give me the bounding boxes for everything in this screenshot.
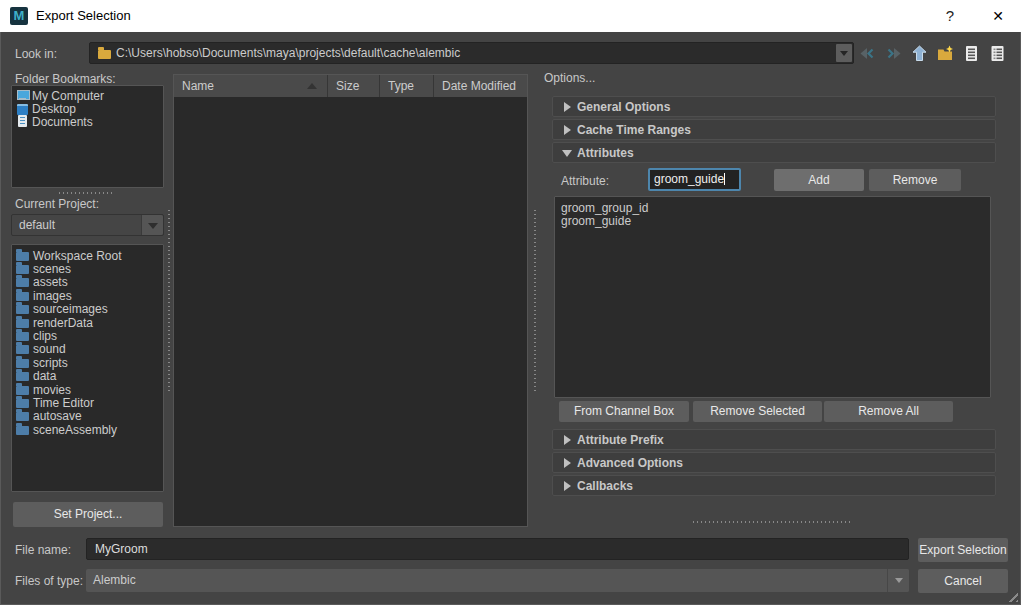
folder-icon	[16, 399, 29, 408]
section-callbacks[interactable]: Callbacks	[552, 475, 996, 496]
folder-icon	[16, 386, 29, 395]
project-folder-item[interactable]: data	[12, 370, 163, 383]
file-list-panel: Name Size Type Date Modified	[173, 74, 528, 527]
export-selection-button[interactable]: Export Selection	[918, 538, 1008, 562]
section-cache-time-ranges[interactable]: Cache Time Ranges	[552, 119, 996, 140]
window-title: Export Selection	[36, 8, 131, 23]
options-label: Options...	[544, 71, 595, 85]
folder-icon	[16, 345, 29, 354]
create-new-folder-icon[interactable]	[937, 45, 954, 62]
remove-all-button[interactable]: Remove All	[824, 401, 953, 422]
attribute-input[interactable]: groom_guide	[648, 168, 741, 191]
dropdown-arrow-icon	[141, 215, 163, 235]
folder-icon	[16, 265, 29, 274]
up-directory-icon[interactable]	[911, 45, 928, 62]
project-folder-item[interactable]: assets	[12, 276, 163, 289]
bookmark-item[interactable]: My Computer	[12, 89, 163, 102]
remove-button[interactable]: Remove	[869, 169, 961, 191]
project-folder-item[interactable]: renderData	[12, 316, 163, 329]
folder-icon	[16, 426, 29, 435]
folder-icon	[16, 292, 29, 301]
folder-icon	[16, 372, 29, 381]
path-text: C:\Users\hobso\Documents\maya\projects\d…	[116, 46, 460, 60]
from-channel-box-button[interactable]: From Channel Box	[559, 401, 689, 422]
section-advanced-options[interactable]: Advanced Options	[552, 452, 996, 473]
column-header-type[interactable]: Type	[380, 75, 434, 97]
project-folder-item[interactable]: sceneAssembly	[12, 423, 163, 436]
collapsed-arrow-icon	[564, 125, 571, 135]
project-folder-item[interactable]: Workspace Root	[12, 249, 163, 262]
expanded-arrow-icon	[562, 150, 572, 157]
project-folders-list: Workspace Root scenes assets images sour…	[11, 244, 164, 492]
close-button[interactable]: ✕	[984, 5, 1012, 27]
folder-icon	[16, 305, 29, 314]
bookmark-item[interactable]: Documents	[12, 115, 163, 128]
cancel-button[interactable]: Cancel	[918, 569, 1008, 593]
folder-icon	[16, 359, 29, 368]
attribute-list-item[interactable]: groom_guide	[555, 215, 990, 228]
remove-selected-button[interactable]: Remove Selected	[693, 401, 822, 422]
file-name-input[interactable]: MyGroom	[86, 538, 909, 560]
folder-bookmarks-label: Folder Bookmarks:	[15, 72, 116, 86]
folder-icon	[16, 412, 29, 421]
dropdown-arrow-icon	[887, 569, 909, 592]
folder-icon	[16, 278, 29, 287]
collapsed-arrow-icon	[564, 102, 571, 112]
list-view-icon[interactable]	[963, 45, 980, 62]
files-of-type-label: Files of type:	[15, 574, 83, 588]
folder-icon	[98, 50, 111, 59]
look-in-label: Look in:	[15, 47, 57, 61]
add-button[interactable]: Add	[774, 169, 864, 191]
project-folder-item[interactable]: images	[12, 289, 163, 302]
maya-logo-icon: M	[10, 7, 28, 25]
file-name-label: File name:	[15, 543, 71, 557]
titlebar: M Export Selection ? ✕	[0, 0, 1021, 32]
splitter-handle[interactable]	[168, 210, 170, 392]
folder-icon	[16, 332, 29, 341]
collapsed-arrow-icon	[564, 435, 571, 445]
folder-icon	[16, 319, 29, 328]
help-button[interactable]: ?	[938, 5, 962, 27]
project-folder-item[interactable]: movies	[12, 383, 163, 396]
path-dropdown-arrow-icon[interactable]	[836, 44, 852, 62]
project-folder-item[interactable]: scenes	[12, 262, 163, 275]
current-project-label: Current Project:	[15, 197, 99, 211]
project-folder-item[interactable]: autosave	[12, 410, 163, 423]
splitter-handle[interactable]	[693, 521, 851, 523]
column-header-date-modified[interactable]: Date Modified	[434, 75, 527, 97]
project-folder-item[interactable]: scripts	[12, 356, 163, 369]
section-general-options[interactable]: General Options	[552, 96, 996, 117]
splitter-handle[interactable]	[59, 192, 115, 194]
export-selection-dialog: M Export Selection ? ✕ Look in: C:\Users…	[0, 0, 1021, 605]
column-header-size[interactable]: Size	[328, 75, 380, 97]
project-folder-item[interactable]: clips	[12, 329, 163, 342]
attribute-label: Attribute:	[561, 174, 609, 188]
text-caret	[724, 173, 725, 185]
set-project-button[interactable]: Set Project...	[13, 502, 163, 527]
project-folder-item[interactable]: sound	[12, 343, 163, 356]
current-project-dropdown[interactable]: default	[11, 214, 164, 236]
path-combobox[interactable]: C:\Users\hobso\Documents\maya\projects\d…	[89, 42, 854, 64]
bookmark-item[interactable]: Desktop	[12, 102, 163, 115]
project-folder-item[interactable]: Time Editor	[12, 396, 163, 409]
collapsed-arrow-icon	[564, 481, 571, 491]
section-attributes[interactable]: Attributes	[552, 142, 996, 163]
attribute-list: groom_group_id groom_guide	[554, 196, 991, 398]
folder-icon	[16, 252, 29, 261]
collapsed-arrow-icon	[564, 458, 571, 468]
files-of-type-dropdown[interactable]: Alembic	[86, 569, 909, 592]
detail-view-icon[interactable]	[989, 45, 1006, 62]
splitter-handle[interactable]	[534, 210, 536, 392]
forward-icon[interactable]	[885, 45, 902, 62]
file-list-header: Name Size Type Date Modified	[174, 75, 527, 97]
back-icon[interactable]	[859, 45, 876, 62]
toolbar	[859, 44, 1006, 62]
project-folder-item[interactable]: sourceimages	[12, 303, 163, 316]
sort-ascending-icon	[307, 83, 317, 89]
section-attribute-prefix[interactable]: Attribute Prefix	[552, 429, 996, 450]
folder-bookmarks-list: My Computer Desktop Documents	[11, 85, 164, 188]
column-header-name[interactable]: Name	[174, 75, 328, 97]
